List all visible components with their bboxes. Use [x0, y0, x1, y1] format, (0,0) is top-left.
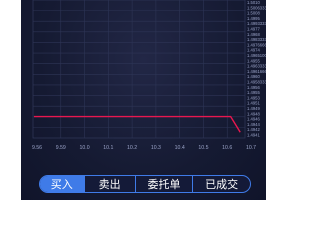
trade-tab-bar: 买入 卖出 委托单 已成交 — [39, 175, 251, 193]
x-tick-label: 10.4 — [175, 145, 185, 151]
y-tick-label: 1.49583333 — [247, 80, 266, 85]
y-tick-label: 1.4941 — [247, 133, 260, 138]
y-tick-label: 1.4944 — [247, 122, 260, 127]
x-tick-label: 10.3 — [151, 145, 161, 151]
y-tick-label: 1.4953 — [247, 95, 260, 100]
x-tick-label: 9.56 — [32, 145, 42, 151]
y-tick-label: 1.4942 — [247, 127, 260, 132]
price-line — [34, 115, 241, 133]
y-tick-label: 1.49766666 — [247, 42, 266, 47]
tab-sell[interactable]: 卖出 — [83, 176, 135, 192]
y-tick-label: 1.4955 — [247, 90, 260, 95]
y-tick-label: 1.4948 — [247, 111, 260, 116]
y-tick-label: 1.4951 — [247, 101, 260, 106]
x-tick-label: 9.59 — [56, 145, 66, 151]
y-tick-label: 1.49633333 — [247, 64, 266, 69]
plot-frame — [32, 0, 246, 139]
y-tick-label: 1.49833333 — [247, 37, 266, 42]
price-chart: 9.56 9.59 10.0 10.1 10.2 10.3 10.4 10.5 10.6 10.7… — [32, 0, 266, 151]
x-tick-label: 10.1 — [103, 145, 113, 151]
trade-screen: 9.56 9.59 10.0 10.1 10.2 10.3 10.4 10.5 10.6 10.7… — [0, 0, 290, 200]
tab-buy[interactable]: 买入 — [40, 176, 84, 192]
chart-panel: 9.56 9.59 10.0 10.1 10.2 10.3 10.4 10.5 10.6 10.7… — [21, 0, 266, 200]
y-tick-label: 1.5008 — [247, 11, 260, 16]
tab-orders[interactable]: 委托单 — [134, 176, 193, 192]
y-tick-label: 1.4995 — [247, 16, 260, 21]
y-tick-label: 1.50063333 — [247, 5, 266, 10]
x-tick-label: 10.6 — [222, 145, 232, 151]
tab-filled[interactable]: 已成交 — [192, 176, 250, 192]
y-tick-label: 1.4955 — [247, 58, 260, 63]
x-tick-label: 10.5 — [198, 145, 208, 151]
y-tick-label: 1.4977 — [247, 27, 260, 32]
y-tick-label: 1.49651000 — [247, 53, 266, 58]
y-tick-label: 1.4974 — [247, 48, 260, 53]
y-tick-label: 1.4949 — [247, 106, 260, 111]
x-tick-label: 10.2 — [127, 145, 137, 151]
y-tick-label: 1.49933333 — [247, 21, 266, 26]
x-tick-label: 10.0 — [80, 145, 90, 151]
y-tick-label: 1.49616666 — [247, 69, 266, 74]
x-tick-label: 10.7 — [246, 145, 256, 151]
y-tick-label: 1.4946 — [247, 117, 260, 122]
y-tick-label: 1.5010 — [247, 0, 260, 5]
y-tick-label: 1.4968 — [247, 32, 260, 37]
y-tick-label: 1.4956 — [247, 85, 260, 90]
y-tick-label: 1.4960 — [247, 74, 260, 79]
